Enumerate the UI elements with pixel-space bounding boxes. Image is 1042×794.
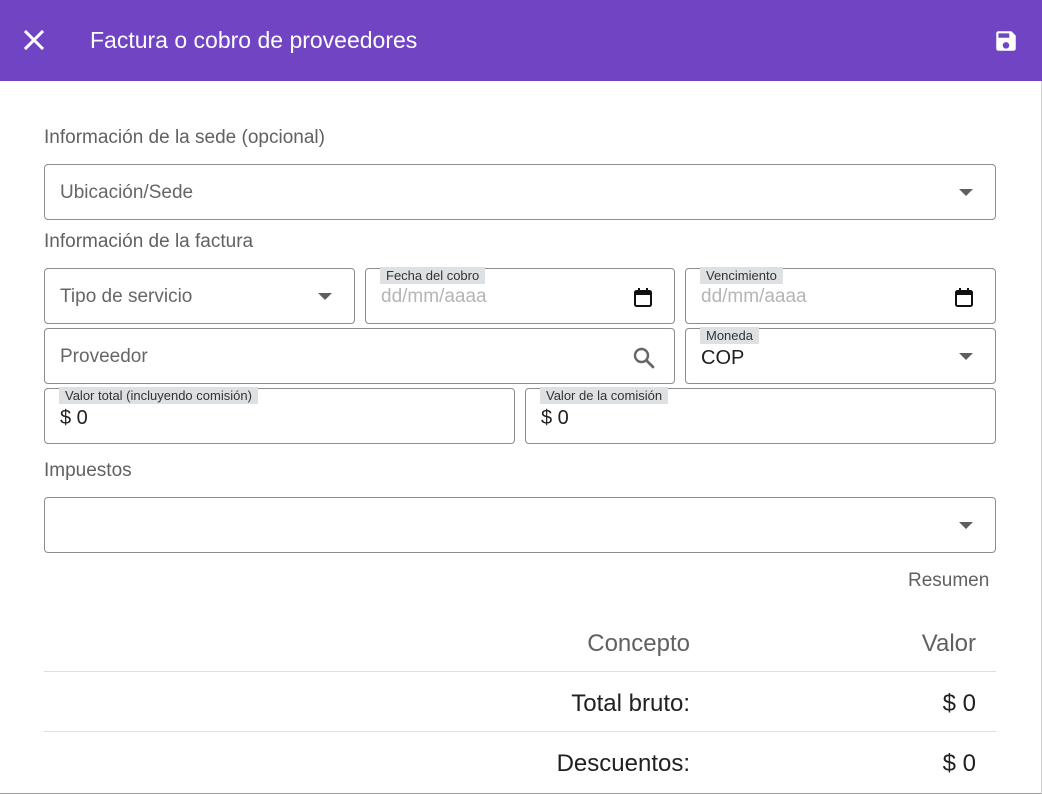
- close-icon: [23, 29, 45, 51]
- save-button[interactable]: [986, 21, 1026, 61]
- supplier-placeholder: Proveedor: [60, 346, 148, 367]
- row-value: $ 0: [942, 750, 976, 777]
- total-value-label: Valor total (incluyendo comisión): [59, 387, 258, 404]
- location-select[interactable]: Ubicación/Sede: [44, 164, 996, 220]
- supplier-search-input[interactable]: Proveedor: [44, 328, 675, 384]
- column-header-concept: Concepto: [587, 630, 690, 657]
- row-concept: Descuentos:: [556, 750, 690, 777]
- summary-title: Resumen: [908, 570, 990, 591]
- chevron-down-icon: [318, 293, 332, 300]
- service-type-placeholder: Tipo de servicio: [60, 286, 193, 307]
- save-icon: [996, 31, 1016, 51]
- table-row: Total bruto: $ 0: [44, 671, 996, 731]
- commission-value-input[interactable]: Valor de la comisión $ 0: [525, 387, 996, 444]
- close-button[interactable]: [14, 20, 54, 60]
- chevron-down-icon: [959, 353, 973, 360]
- table-row: Descuentos: $ 0: [44, 731, 996, 791]
- currency-select[interactable]: Moneda COP: [685, 327, 996, 384]
- row-concept: Total bruto:: [571, 690, 690, 717]
- taxes-select[interactable]: [44, 497, 996, 553]
- total-value-input[interactable]: Valor total (incluyendo comisión) $ 0: [44, 387, 515, 444]
- invoice-section-label: Información de la factura: [44, 231, 254, 252]
- calendar-icon[interactable]: [955, 288, 973, 307]
- currency-value: COP: [701, 347, 745, 369]
- calendar-icon[interactable]: [634, 288, 652, 307]
- location-placeholder: Ubicación/Sede: [60, 182, 194, 203]
- chevron-down-icon: [959, 189, 973, 196]
- app-bar: Factura o cobro de proveedores: [0, 0, 1042, 81]
- commission-value: $ 0: [541, 407, 569, 429]
- chevron-down-icon: [959, 522, 973, 529]
- taxes-section-label: Impuestos: [44, 460, 132, 481]
- summary-table-header: Concepto Valor: [44, 612, 996, 672]
- due-date-label: Vencimiento: [700, 267, 783, 284]
- due-date-placeholder: dd/mm/aaaa: [701, 286, 807, 307]
- column-header-value: Valor: [921, 630, 976, 657]
- row-value: $ 0: [942, 690, 976, 717]
- service-type-select[interactable]: Tipo de servicio: [44, 268, 355, 324]
- commission-value-label: Valor de la comisión: [540, 387, 669, 404]
- search-icon[interactable]: [632, 346, 656, 370]
- charge-date-placeholder: dd/mm/aaaa: [381, 286, 487, 307]
- charge-date-label: Fecha del cobro: [380, 267, 486, 284]
- due-date-input[interactable]: Vencimiento dd/mm/aaaa: [685, 267, 996, 324]
- site-section-label: Información de la sede (opcional): [44, 127, 325, 148]
- dialog-title: Factura o cobro de proveedores: [90, 27, 418, 53]
- total-value: $ 0: [60, 407, 88, 429]
- currency-label: Moneda: [700, 327, 759, 344]
- supplier-invoice-dialog: Factura o cobro de proveedores Informaci…: [0, 0, 1042, 794]
- charge-date-input[interactable]: Fecha del cobro dd/mm/aaaa: [365, 267, 675, 324]
